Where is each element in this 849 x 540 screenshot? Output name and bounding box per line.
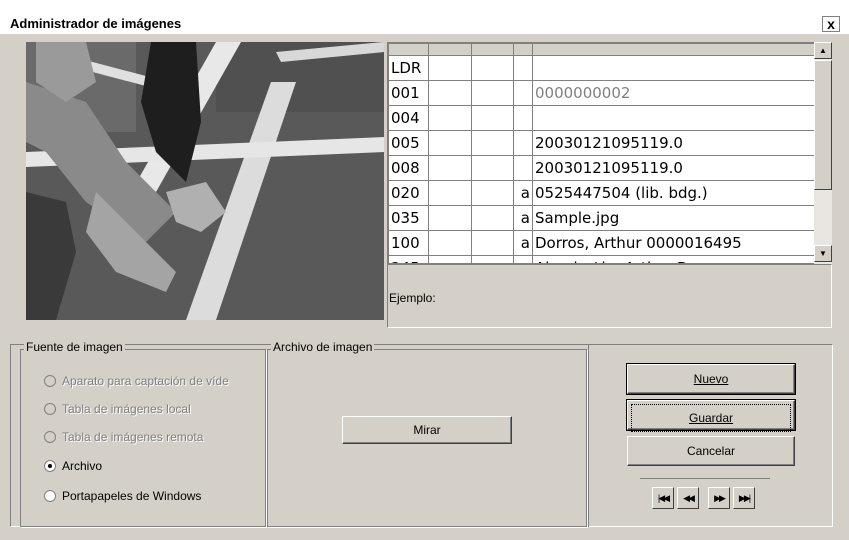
marc-value-cell[interactable]: Sample.jpg (532, 205, 816, 231)
marc-value-cell[interactable] (532, 55, 816, 81)
example-preview-panel: Ejemplo: (387, 264, 832, 328)
marc-indicator1-cell[interactable] (428, 155, 472, 181)
radio-button-icon[interactable] (44, 490, 56, 502)
marc-subfield-cell[interactable] (513, 155, 533, 181)
browse-button[interactable]: Mirar (342, 416, 512, 444)
marc-value-cell[interactable]: 0000000002 (532, 80, 816, 106)
marc-tag-cell[interactable]: 035 (388, 205, 429, 231)
marc-indicator2-cell[interactable] (471, 130, 514, 156)
marc-tag-cell[interactable]: 020 (388, 180, 429, 206)
source-option-label: Portapapeles de Windows (62, 489, 202, 503)
marc-subfield-cell[interactable] (513, 55, 533, 81)
marc-indicator2-cell[interactable] (471, 105, 514, 131)
scroll-up-arrow-icon[interactable]: ▲ (814, 42, 832, 59)
marc-indicator1-cell[interactable] (428, 80, 472, 106)
image-source-group-label: Fuente de imagen (24, 340, 125, 354)
marc-subfield-cell[interactable] (513, 80, 533, 106)
nav-separator (640, 478, 770, 479)
actions-separator (588, 345, 589, 527)
cancel-button[interactable]: Cancelar (627, 436, 795, 466)
window-title: Administrador de imágenes (10, 16, 182, 31)
marc-tag-cell[interactable]: 100 (388, 230, 429, 256)
marc-tag-cell[interactable]: 001 (388, 80, 429, 106)
scroll-down-arrow-icon[interactable]: ▼ (814, 245, 832, 262)
marc-subfield-cell[interactable]: a (513, 230, 533, 256)
marc-indicator1-cell[interactable] (428, 130, 472, 156)
marc-indicator1-cell[interactable] (428, 55, 472, 81)
marc-indicator2-cell[interactable] (471, 255, 514, 263)
marc-indicator1-cell[interactable] (428, 205, 472, 231)
marc-value-cell[interactable]: Abuela / by Arthur Dorros ; (532, 255, 816, 263)
marc-value-cell[interactable]: 0525447504 (lib. bdg.) (532, 180, 816, 206)
marc-value-cell[interactable]: 20030121095119.0 (532, 155, 816, 181)
marc-row[interactable]: 245 Abuela / by Arthur Dorros ; (388, 255, 816, 263)
marc-subfield-cell[interactable] (513, 130, 533, 156)
marc-subfield-cell[interactable]: a (513, 180, 533, 206)
source-option-label: Tabla de imágenes local (62, 402, 191, 416)
new-button-label: Nuevo (693, 372, 729, 386)
marc-indicator1-cell[interactable] (428, 180, 472, 206)
first-record-icon[interactable]: |◀◀ (652, 487, 674, 509)
marc-tag-cell[interactable]: 004 (388, 105, 429, 131)
marc-subfield-cell[interactable] (513, 105, 533, 131)
marc-indicator2-cell[interactable] (471, 155, 514, 181)
marc-tag-cell[interactable]: 005 (388, 130, 429, 156)
marc-tag-cell[interactable]: LDR (388, 55, 429, 81)
source-option-4[interactable]: Portapapeles de Windows (44, 488, 201, 504)
save-button[interactable]: Guardar (626, 399, 796, 432)
marc-row[interactable]: 001 0000000002 (388, 80, 816, 106)
source-option-0: Aparato para captación de víde (44, 373, 229, 389)
source-option-2: Tabla de imágenes remota (44, 429, 203, 445)
marc-value-cell[interactable] (532, 105, 816, 131)
marc-indicator1-cell[interactable] (428, 230, 472, 256)
marc-tag-cell[interactable]: 245 (388, 255, 429, 263)
sample-photo (26, 42, 384, 320)
marc-row[interactable]: LDR (388, 55, 816, 81)
radio-button-icon (44, 431, 56, 443)
save-button-label: Guardar (688, 411, 734, 425)
source-option-3[interactable]: Archivo (44, 458, 102, 474)
image-file-group-label: Archivo de imagen (271, 340, 375, 354)
marc-row[interactable]: 004 (388, 105, 816, 131)
marc-indicator2-cell[interactable] (471, 80, 514, 106)
image-preview (26, 42, 384, 320)
source-option-label: Aparato para captación de víde (62, 374, 229, 388)
source-option-1: Tabla de imágenes local (44, 401, 191, 417)
example-label: Ejemplo: (389, 291, 436, 305)
grid-vertical-scrollbar[interactable]: ▲ ▼ (814, 42, 832, 264)
marc-row[interactable]: 100 a Dorros, Arthur 0000016495 (388, 230, 816, 256)
marc-subfield-cell[interactable]: a (513, 205, 533, 231)
radio-button-icon (44, 403, 56, 415)
marc-indicator2-cell[interactable] (471, 55, 514, 81)
marc-indicator2-cell[interactable] (471, 180, 514, 206)
new-button[interactable]: Nuevo (626, 363, 796, 395)
previous-record-icon[interactable]: ◀◀ (677, 487, 699, 509)
scroll-thumb[interactable] (814, 60, 832, 190)
grid-header-row (388, 43, 816, 56)
source-option-label: Tabla de imágenes remota (62, 430, 204, 444)
next-record-icon[interactable]: ▶▶ (708, 487, 730, 509)
marc-tag-cell[interactable]: 008 (388, 155, 429, 181)
last-record-icon[interactable]: ▶▶| (733, 487, 755, 509)
radio-button-icon (44, 375, 56, 387)
marc-row[interactable]: 005 20030121095119.0 (388, 130, 816, 156)
marc-record-grid[interactable]: LDR 001 0000000002 004 005 20030121095119.0 00… (387, 42, 832, 264)
marc-value-cell[interactable]: Dorros, Arthur 0000016495 (532, 230, 816, 256)
marc-row[interactable]: 020 a 0525447504 (lib. bdg.) (388, 180, 816, 206)
marc-row[interactable]: 035 a Sample.jpg (388, 205, 816, 231)
marc-value-cell[interactable]: 20030121095119.0 (532, 130, 816, 156)
marc-row[interactable]: 008 20030121095119.0 (388, 155, 816, 181)
marc-indicator2-cell[interactable] (471, 230, 514, 256)
source-option-label: Archivo (62, 459, 103, 473)
marc-subfield-cell[interactable] (513, 255, 533, 263)
marc-indicator1-cell[interactable] (428, 105, 472, 131)
marc-indicator2-cell[interactable] (471, 205, 514, 231)
radio-button-icon[interactable] (44, 460, 56, 472)
marc-indicator1-cell[interactable] (428, 255, 472, 263)
close-button[interactable]: x (822, 16, 840, 32)
